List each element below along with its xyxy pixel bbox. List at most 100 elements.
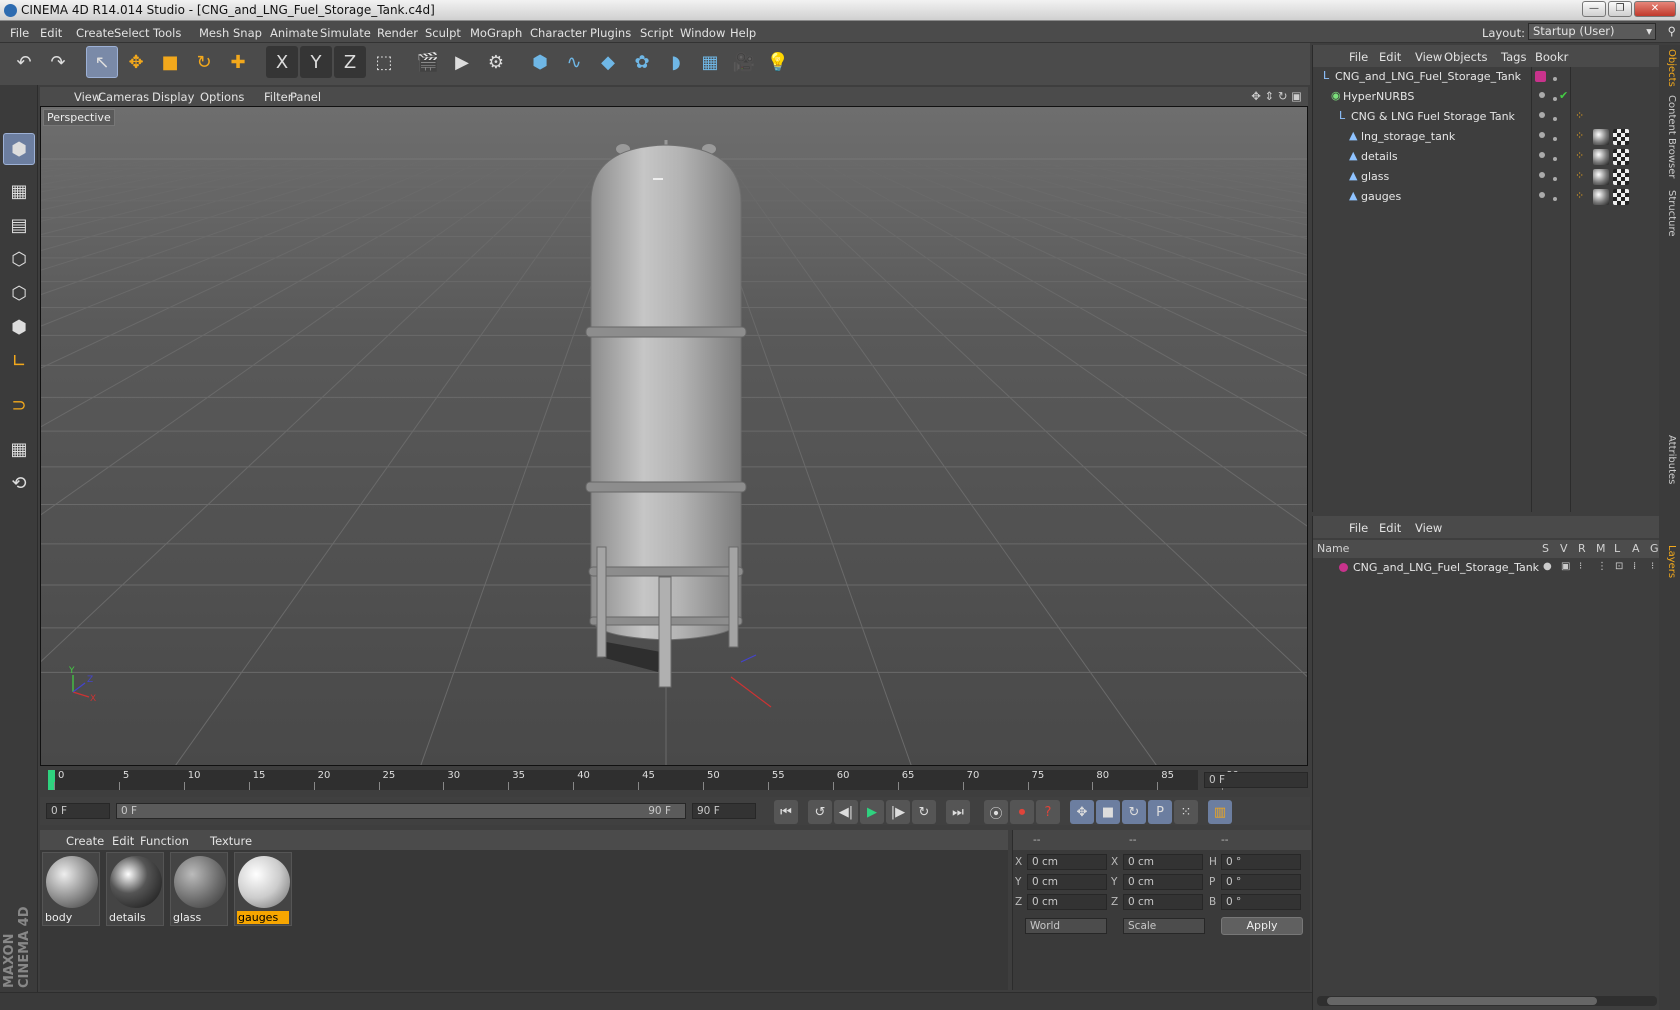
goto-start-icon[interactable]: ⏮ bbox=[774, 800, 798, 824]
phong-tag-icon[interactable]: ⁘ bbox=[1575, 189, 1584, 202]
layer-menu-edit[interactable]: Edit bbox=[1379, 521, 1401, 535]
coord-value-field[interactable]: 0 cm bbox=[1123, 854, 1203, 870]
workplane-icon[interactable]: ▤ bbox=[3, 209, 35, 241]
next-key-icon[interactable]: ↻ bbox=[912, 800, 936, 824]
scrollbar-thumb[interactable] bbox=[1327, 997, 1597, 1005]
object-menu-view[interactable]: View bbox=[1415, 50, 1442, 64]
viewport-menu-options[interactable]: Options bbox=[200, 90, 244, 104]
coord-value-field[interactable]: 0 cm bbox=[1027, 854, 1107, 870]
layer-column-g[interactable]: G bbox=[1650, 542, 1659, 555]
object-menu-tags[interactable]: Tags bbox=[1501, 50, 1526, 64]
side-tab-attributes[interactable]: Attributes bbox=[1661, 435, 1677, 484]
layer-column-a[interactable]: A bbox=[1632, 542, 1640, 555]
object-row[interactable]: ▲ lng_storage_tank ⁘ bbox=[1313, 127, 1660, 147]
side-tab-structure[interactable]: Structure bbox=[1661, 190, 1677, 237]
material-glass[interactable]: glass bbox=[170, 852, 228, 926]
render-picture-viewer-icon[interactable]: ▶ bbox=[446, 46, 478, 78]
render-settings-icon[interactable]: ⚙ bbox=[480, 46, 512, 78]
object-menu-file[interactable]: File bbox=[1349, 50, 1368, 64]
viewport-menu-display[interactable]: Display bbox=[152, 90, 194, 104]
minimize-button[interactable]: — bbox=[1582, 1, 1606, 17]
material-tag-icon[interactable] bbox=[1593, 129, 1609, 145]
viewport-nav-icons[interactable]: ✥ ⇕ ↻ ▣ bbox=[1251, 89, 1302, 103]
autokey-icon[interactable]: ⏺ bbox=[1010, 800, 1034, 824]
coord-scale-dropdown[interactable]: Scale bbox=[1123, 918, 1205, 934]
move-icon[interactable]: ✥ bbox=[120, 46, 152, 78]
render-dot[interactable] bbox=[1553, 197, 1557, 201]
layer-solo-toggle-icon[interactable]: ● bbox=[1543, 561, 1552, 572]
uvw-tag-icon[interactable] bbox=[1613, 169, 1629, 185]
uvw-tag-icon[interactable] bbox=[1613, 189, 1629, 205]
layer-menu-view[interactable]: View bbox=[1415, 521, 1442, 535]
side-tab-content-browser[interactable]: Content Browser bbox=[1661, 95, 1677, 178]
uvw-tag-icon[interactable] bbox=[1613, 149, 1629, 165]
points-mode-icon[interactable]: ⬡ bbox=[3, 243, 35, 275]
menu-file[interactable]: File bbox=[10, 26, 29, 40]
menu-tools[interactable]: Tools bbox=[153, 26, 181, 40]
layer-render-toggle-icon[interactable]: ⁝ bbox=[1579, 561, 1582, 572]
current-frame-field[interactable]: 0 F bbox=[1204, 772, 1308, 788]
phong-tag-icon[interactable]: ⁘ bbox=[1575, 149, 1584, 162]
layer-color-tag[interactable] bbox=[1535, 71, 1546, 82]
pla-key-icon[interactable]: ⁙ bbox=[1174, 800, 1198, 824]
menu-script[interactable]: Script bbox=[640, 26, 673, 40]
viewport-menu-filter[interactable]: Filter bbox=[264, 90, 292, 104]
render-dot[interactable] bbox=[1553, 157, 1557, 161]
scale-key-icon[interactable]: ■ bbox=[1096, 800, 1120, 824]
rotate-icon[interactable]: ↻ bbox=[188, 46, 220, 78]
locked-workplane-icon[interactable]: ⟲ bbox=[3, 467, 35, 499]
material-details[interactable]: details bbox=[106, 852, 164, 926]
menu-render[interactable]: Render bbox=[377, 26, 418, 40]
menu-snap[interactable]: Snap bbox=[233, 26, 262, 40]
render-dot[interactable] bbox=[1553, 97, 1557, 101]
timeline-button-icon[interactable]: ▥ bbox=[1208, 800, 1232, 824]
menu-character[interactable]: Character bbox=[530, 26, 587, 40]
material-menu-function[interactable]: Function bbox=[140, 834, 189, 848]
menu-select[interactable]: Select bbox=[114, 26, 149, 40]
phong-tag-icon[interactable]: ⁘ bbox=[1575, 129, 1584, 142]
coord-mode-dropdown[interactable]: World bbox=[1025, 918, 1107, 934]
layer-generators-toggle-icon[interactable]: ⁝ bbox=[1651, 561, 1654, 572]
layer-column-m[interactable]: M bbox=[1596, 542, 1606, 555]
menu-mesh[interactable]: Mesh bbox=[199, 26, 229, 40]
object-row[interactable]: ▲ details ⁘ bbox=[1313, 147, 1660, 167]
previous-key-icon[interactable]: ↺ bbox=[808, 800, 832, 824]
edges-mode-icon[interactable]: ⬡ bbox=[3, 277, 35, 309]
layer-column-s[interactable]: S bbox=[1542, 542, 1549, 555]
scale-icon[interactable]: ■ bbox=[154, 46, 186, 78]
layer-scrollbar[interactable] bbox=[1317, 996, 1657, 1006]
layer-menu-file[interactable]: File bbox=[1349, 521, 1368, 535]
end-frame-field[interactable]: 90 F bbox=[692, 803, 756, 819]
layer-row[interactable]: CNG_and_LNG_Fuel_Storage_Tank ● ▣ ⁝ ⋮ ⊡ ⁞ ⁝ bbox=[1313, 558, 1660, 578]
side-tab-layers[interactable]: Layers bbox=[1661, 545, 1677, 578]
perspective-viewport[interactable]: Y X Z Perspective bbox=[40, 106, 1308, 766]
coord-value-field[interactable]: 0 cm bbox=[1027, 874, 1107, 890]
nurbs-icon[interactable]: ◆ bbox=[592, 46, 624, 78]
menu-help[interactable]: Help bbox=[730, 26, 756, 40]
layout-dropdown[interactable]: Startup (User) ▾ bbox=[1528, 23, 1656, 40]
live-selection-icon[interactable]: ↖ bbox=[86, 46, 118, 78]
render-dot[interactable] bbox=[1553, 137, 1557, 141]
phong-tag-icon[interactable]: ⁘ bbox=[1575, 109, 1584, 122]
object-row[interactable]: ▲ glass ⁘ bbox=[1313, 167, 1660, 187]
coord-value-field[interactable]: 0 cm bbox=[1123, 894, 1203, 910]
polygons-mode-icon[interactable]: ⬢ bbox=[3, 311, 35, 343]
render-dot[interactable] bbox=[1553, 77, 1557, 81]
material-gauges[interactable]: gauges bbox=[234, 852, 292, 926]
side-tab-objects[interactable]: Objects bbox=[1661, 49, 1677, 87]
render-dot[interactable] bbox=[1553, 177, 1557, 181]
visibility-dot[interactable] bbox=[1539, 132, 1545, 138]
object-row[interactable]: ◉ HyperNURBS ✔ bbox=[1313, 87, 1660, 107]
uvw-tag-icon[interactable] bbox=[1613, 129, 1629, 145]
texture-mode-icon[interactable]: ▦ bbox=[3, 175, 35, 207]
frame-range-slider[interactable]: 0 F 90 F bbox=[116, 803, 686, 819]
material-menu-create[interactable]: Create bbox=[66, 834, 104, 848]
material-menu-edit[interactable]: Edit bbox=[112, 834, 134, 848]
menu-window[interactable]: Window bbox=[680, 26, 725, 40]
add-icon[interactable]: ✚ bbox=[222, 46, 254, 78]
camera-icon[interactable]: 🎥 bbox=[728, 46, 760, 78]
coord-value-field[interactable]: 0 cm bbox=[1123, 874, 1203, 890]
timeline-track[interactable]: 051015202530354045505560657075808590 bbox=[48, 770, 1239, 790]
render-view-icon[interactable]: 🎬 bbox=[412, 46, 444, 78]
array-icon[interactable]: ✿ bbox=[626, 46, 658, 78]
